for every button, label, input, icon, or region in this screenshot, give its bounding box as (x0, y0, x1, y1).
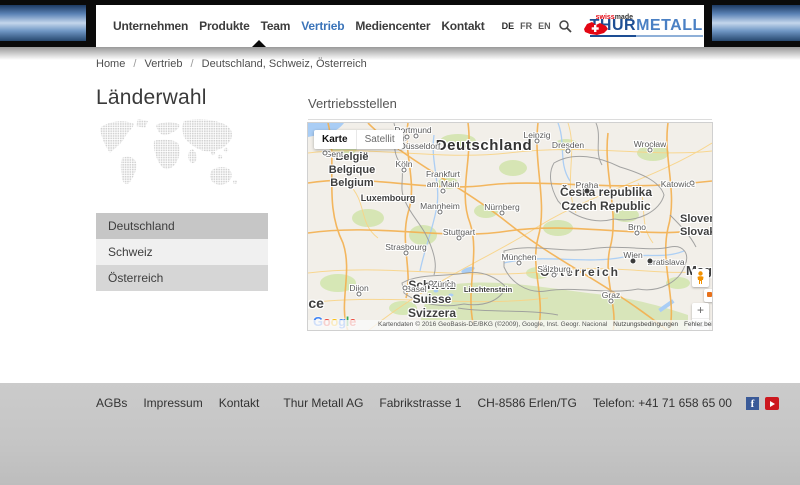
map-type-toggle: Karte Satellit (314, 130, 403, 149)
map-city-dot (631, 259, 636, 264)
map-city-dot (414, 134, 419, 139)
map-label-layer: DeutschlandBelgië Belgique BelgiumLuxemb… (308, 123, 712, 330)
map-city-dot (441, 189, 446, 194)
map-city-dot (403, 286, 408, 291)
header-blue-bar-left (0, 5, 86, 41)
nav-item-produkte[interactable]: Produkte (199, 19, 249, 33)
map-city-dot (457, 236, 462, 241)
footer-link-kontakt[interactable]: Kontakt (219, 396, 260, 410)
active-nav-caret (252, 40, 266, 47)
map-city-dot (690, 181, 695, 186)
footer-street: Fabrikstrasse 1 (379, 396, 461, 410)
map-city-dot (609, 299, 614, 304)
map-type-karte-button[interactable]: Karte (314, 130, 356, 149)
map-city-dot (323, 151, 328, 156)
main-nav: Unternehmen Produkte Team Vertrieb Medie… (96, 5, 704, 47)
map-city-dot (405, 135, 410, 140)
map-city-label: Bratislava (647, 257, 684, 267)
switzerland-icon (582, 20, 610, 37)
footer-link-agbs[interactable]: AGBs (96, 396, 127, 410)
zoom-in-button[interactable]: + (692, 303, 709, 318)
map-city-label: Zürich (432, 279, 456, 289)
map-city-dot (500, 211, 505, 216)
nav-item-team[interactable]: Team (261, 19, 291, 33)
page: Unternehmen Produkte Team Vertrieb Medie… (0, 0, 800, 485)
map-city-dot (535, 139, 540, 144)
swissmade-made: made (615, 14, 633, 21)
map-city-dot (648, 148, 653, 153)
google-map[interactable]: DeutschlandBelgië Belgique BelgiumLuxemb… (308, 123, 712, 330)
map-attribution: Kartendaten © 2016 GeoBasis-DE/BKG (©200… (308, 320, 712, 330)
map-type-satellit-button[interactable]: Satellit (356, 130, 403, 149)
country-item-oesterreich[interactable]: Österreich (96, 265, 268, 291)
nav-item-mediencenter[interactable]: Mediencenter (355, 19, 430, 33)
section-title: Vertriebsstellen (308, 96, 712, 120)
language-switcher: DE FR EN (496, 21, 551, 31)
logo-metall: METALL (636, 17, 703, 37)
map-city-label: Basel (405, 284, 426, 294)
map-city-label: Frankfurt am Main (426, 169, 460, 189)
clipped-map-control[interactable] (704, 289, 712, 302)
breadcrumb-home[interactable]: Home (96, 58, 125, 70)
breadcrumb-vertrieb[interactable]: Vertrieb (145, 58, 183, 70)
map-city-dot (429, 281, 434, 286)
map-city-dot (648, 259, 653, 264)
search-icon[interactable] (558, 19, 572, 33)
map-city-dot (357, 292, 362, 297)
map-city-dot (438, 210, 443, 215)
map-country-label: Česká republika Czech Republic (560, 185, 652, 213)
footer-link-impressum[interactable]: Impressum (143, 396, 202, 410)
map-city-label: Gent (325, 149, 343, 159)
breadcrumb-separator: / (191, 58, 194, 70)
pegman-control[interactable] (692, 269, 709, 287)
attribution-text: Kartendaten © 2016 GeoBasis-DE/BKG (©200… (378, 321, 607, 328)
footer-company-info: Thur Metall AG Fabrikstrasse 1 CH-8586 E… (275, 396, 740, 410)
map-city-dot (566, 149, 571, 154)
attribution-terms-link[interactable]: Nutzungsbedingungen (613, 321, 678, 328)
map-country-label: Liechtenstein (464, 286, 512, 295)
header-blue-bar-right (712, 5, 800, 41)
world-map-graphic (96, 116, 241, 196)
country-list: Deutschland Schweiz Österreich (96, 213, 268, 291)
breadcrumb: Home / Vertrieb / Deutschland, Schweiz, … (96, 58, 367, 70)
nav-item-unternehmen[interactable]: Unternehmen (113, 19, 188, 33)
map-country-label: Deutschland (436, 137, 533, 155)
footer-company-name: Thur Metall AG (283, 396, 363, 410)
lang-fr[interactable]: FR (520, 21, 532, 31)
page-title: Länderwahl (96, 86, 207, 110)
footer-social: f (740, 397, 779, 410)
nav-item-vertrieb[interactable]: Vertrieb (301, 19, 344, 33)
attribution-report-link[interactable]: Fehler bei Google Maps melden (684, 321, 712, 328)
footer: AGBs Impressum Kontakt Thur Metall AG Fa… (0, 383, 800, 485)
map-country-label: Luxembourg (361, 193, 416, 204)
country-item-deutschland[interactable]: Deutschland (96, 213, 268, 239)
map-city-dot (517, 261, 522, 266)
map-city-label: Düsseldorf (400, 141, 441, 151)
map-city-dot (635, 231, 640, 236)
map-country-label: France (308, 295, 324, 312)
map-city-dot (552, 273, 557, 278)
breadcrumb-separator: / (133, 58, 136, 70)
map-city-dot (402, 168, 407, 173)
map-city-dot (404, 251, 409, 256)
youtube-icon[interactable] (765, 397, 779, 410)
footer-city: CH-8586 Erlen/TG (477, 396, 576, 410)
facebook-icon[interactable]: f (746, 397, 759, 410)
country-item-schweiz[interactable]: Schweiz (96, 239, 268, 265)
footer-links: AGBs Impressum Kontakt (96, 396, 275, 410)
breadcrumb-current: Deutschland, Schweiz, Österreich (202, 58, 367, 70)
lang-en[interactable]: EN (538, 21, 551, 31)
lang-de[interactable]: DE (502, 21, 515, 31)
map-city-dot (585, 189, 590, 194)
map-country-label: Slovensko Slovakia (680, 213, 712, 239)
nav-item-kontakt[interactable]: Kontakt (441, 19, 484, 33)
footer-phone: Telefon: +41 71 658 65 00 (593, 396, 732, 410)
